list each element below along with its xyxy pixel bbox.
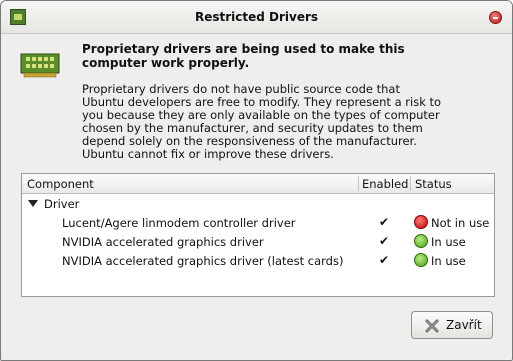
column-separator — [358, 176, 359, 191]
restricted-drivers-window: Restricted Drivers Proprietary drivers a… — [0, 0, 513, 361]
table-row[interactable]: NVIDIA accelerated graphics driver (late… — [22, 251, 494, 270]
table-header: Component Enabled Status — [22, 174, 494, 194]
status-green-icon — [414, 234, 428, 248]
pci-card-icon — [20, 53, 60, 78]
enabled-checkbox[interactable]: ✔ — [378, 254, 390, 266]
description-text: Proprietary drivers do not have public s… — [82, 82, 442, 161]
status-text: In use — [431, 254, 466, 268]
table-row[interactable]: NVIDIA accelerated graphics driver ✔ In … — [22, 232, 494, 251]
headline: Proprietary drivers are being used to ma… — [82, 42, 405, 70]
enabled-checkbox[interactable]: ✔ — [378, 235, 390, 247]
table-row[interactable]: Lucent/Agere linmodem controller driver … — [22, 213, 494, 232]
driver-name: Lucent/Agere linmodem controller driver — [62, 216, 296, 230]
column-separator — [410, 176, 411, 191]
title-bar[interactable]: Restricted Drivers — [1, 1, 512, 34]
close-x-icon — [425, 319, 439, 333]
close-button[interactable]: Zavřít — [411, 311, 493, 339]
status-text: Not in use — [431, 216, 490, 230]
status-text: In use — [431, 235, 466, 249]
group-row-driver[interactable]: Driver — [22, 194, 494, 213]
window-title: Restricted Drivers — [194, 10, 319, 24]
column-header-component[interactable]: Component — [27, 177, 94, 191]
status-green-icon — [414, 253, 428, 267]
enabled-checkbox[interactable]: ✔ — [378, 216, 390, 228]
window-close-button[interactable] — [489, 11, 502, 24]
driver-name: NVIDIA accelerated graphics driver (late… — [62, 254, 344, 268]
drivers-table: Component Enabled Status Driver Lucent/A… — [21, 173, 495, 297]
close-button-label: Zavřít — [446, 318, 482, 332]
column-header-status[interactable]: Status — [415, 177, 452, 191]
expander-arrow-icon[interactable] — [28, 200, 38, 207]
status-red-icon — [414, 215, 428, 229]
driver-name: NVIDIA accelerated graphics driver — [62, 235, 264, 249]
group-label: Driver — [44, 197, 80, 211]
column-header-enabled[interactable]: Enabled — [362, 177, 408, 191]
